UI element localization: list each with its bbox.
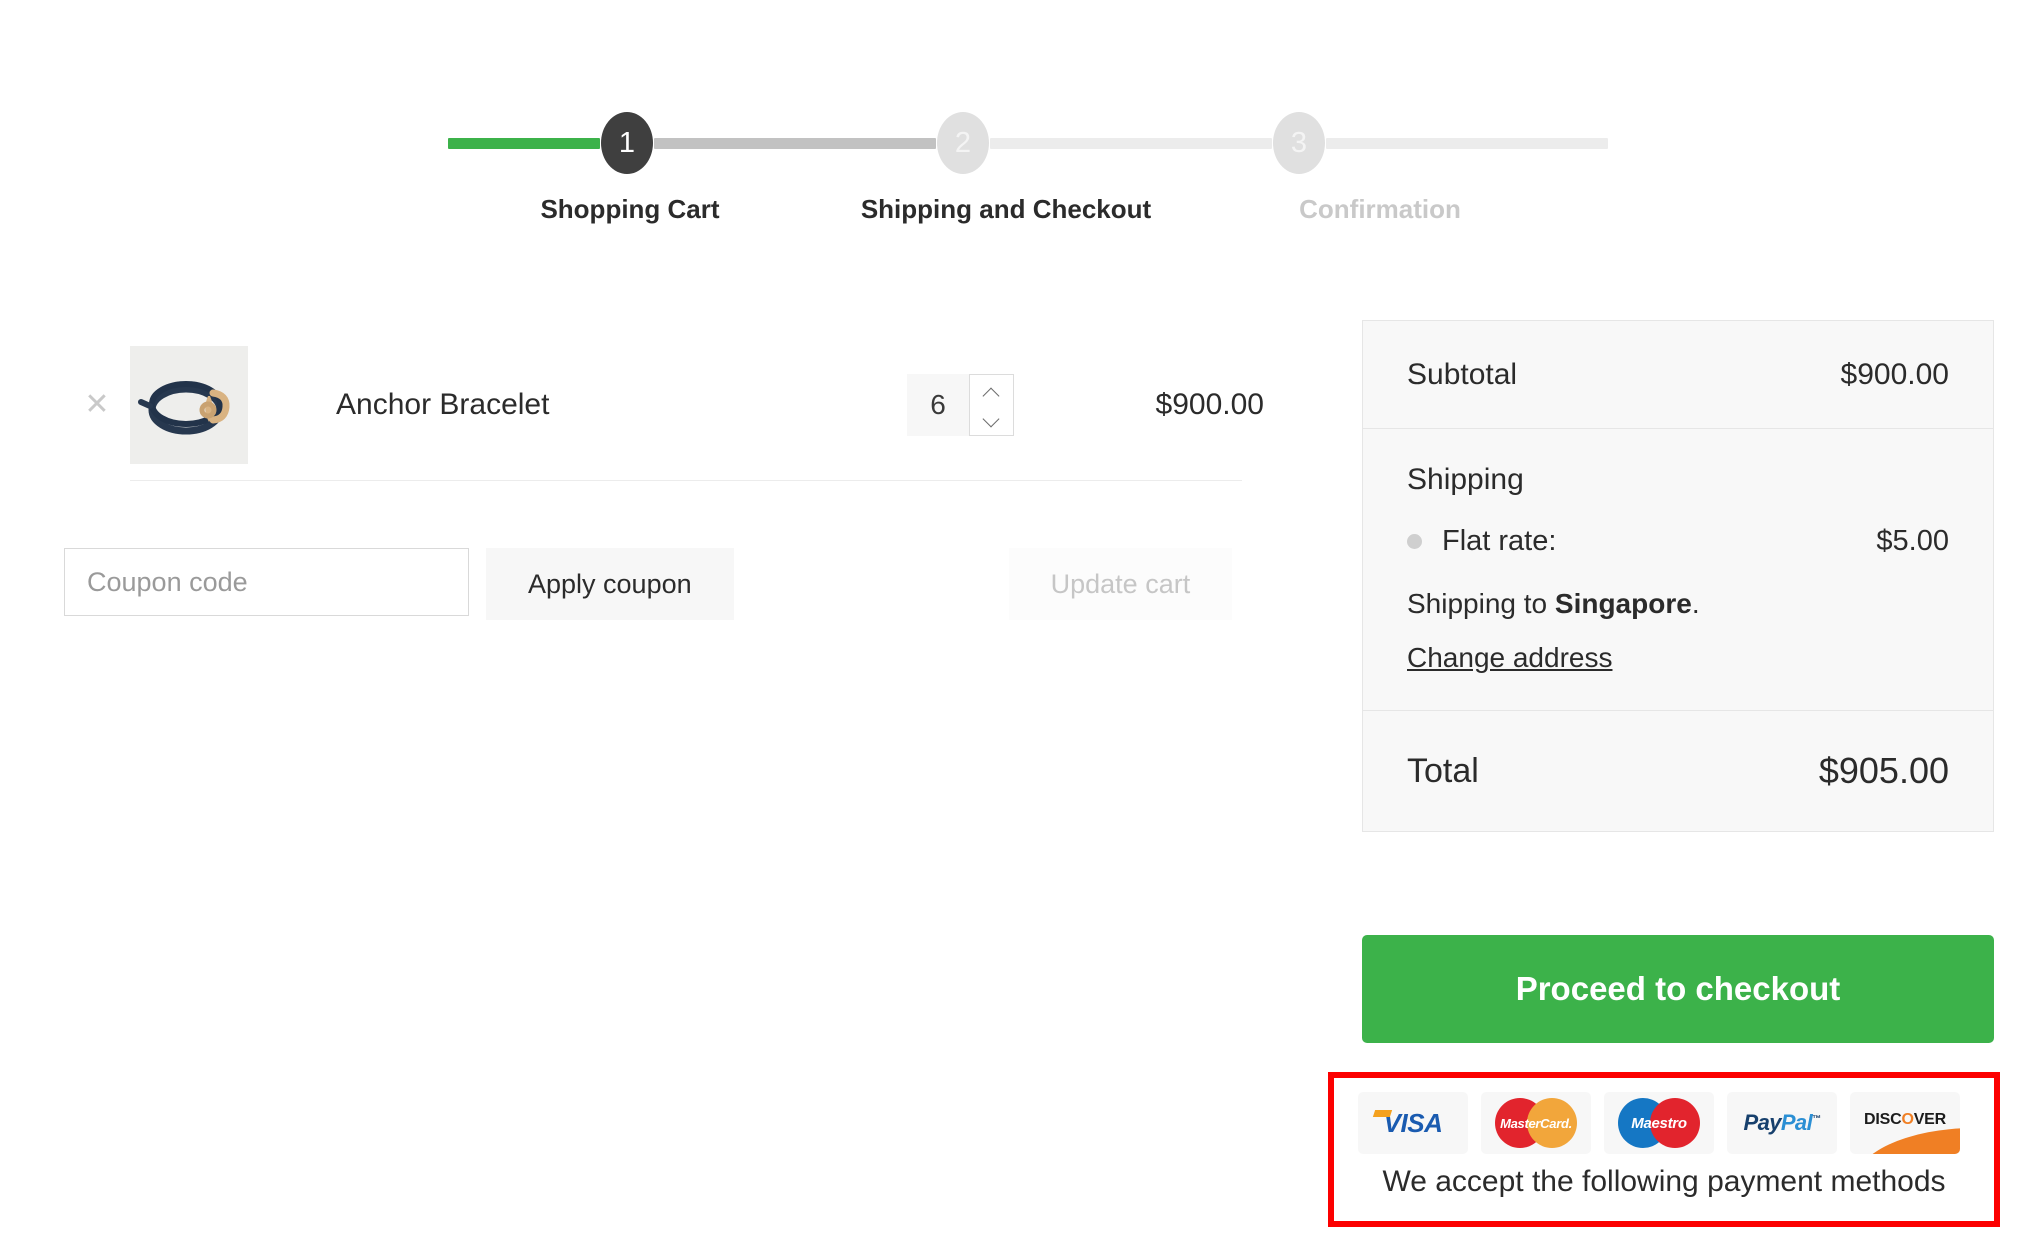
paypal-label-pal: Pal: [1781, 1110, 1812, 1135]
discover-icon: DISCOVER: [1850, 1092, 1960, 1154]
step-number-3: 3: [1291, 129, 1307, 158]
discover-label-pre: DISC: [1864, 1111, 1901, 1128]
shipping-to-country: Singapore: [1555, 588, 1692, 619]
paypal-icon: PayPal™: [1727, 1092, 1837, 1154]
subtotal-label: Subtotal: [1407, 358, 1517, 392]
quantity-stepper[interactable]: 6: [907, 374, 1014, 436]
coupon-code-input[interactable]: [64, 548, 469, 616]
progress-track: 1 2 3: [448, 118, 1608, 168]
visa-accent: [1373, 1110, 1392, 1117]
payment-methods-note: We accept the following payment methods: [1358, 1165, 1970, 1199]
shipping-option-value: $5.00: [1876, 525, 1949, 558]
proceed-to-checkout-button[interactable]: Proceed to checkout: [1362, 935, 1994, 1043]
remove-item-button[interactable]: ✕: [64, 390, 130, 420]
total-row: Total $905.00: [1363, 711, 1993, 831]
shipping-destination: Shipping to Singapore.: [1407, 588, 1949, 620]
discover-swoosh: [1854, 1128, 1960, 1154]
discover-label-o: O: [1901, 1111, 1913, 1128]
step-label-shopping-cart: Shopping Cart: [540, 194, 719, 225]
product-image: [130, 346, 248, 464]
quantity-spinners: [969, 374, 1014, 436]
chevron-down-icon[interactable]: [984, 412, 999, 421]
shipping-option-flat-rate[interactable]: Flat rate: $5.00: [1407, 525, 1949, 558]
change-address-link[interactable]: Change address: [1407, 642, 1612, 674]
maestro-label: Maestro: [1618, 1098, 1700, 1148]
progress-segment-4: [1326, 138, 1608, 149]
cart-row-divider: [130, 480, 1242, 481]
shopping-cart-page: 1 2 3 Shopping Cart Shipping and Checkou…: [0, 0, 2032, 1253]
chevron-up-icon[interactable]: [984, 389, 999, 398]
mastercard-circles: MasterCard.: [1495, 1098, 1577, 1148]
payment-methods-highlight-box: VISA MasterCard. Maestro PayPal™: [1328, 1072, 2000, 1227]
progress-segment-3: [990, 138, 1272, 149]
shipping-section: Shipping Flat rate: $5.00 Shipping to Si…: [1363, 429, 1993, 711]
step-node-2[interactable]: 2: [937, 112, 989, 174]
visa-label: VISA: [1384, 1108, 1443, 1139]
update-cart-button[interactable]: Update cart: [1009, 548, 1233, 620]
apply-coupon-button[interactable]: Apply coupon: [486, 548, 734, 620]
mastercard-label: MasterCard.: [1495, 1098, 1577, 1148]
mastercard-icon: MasterCard.: [1481, 1092, 1591, 1154]
shipping-option-label: Flat rate:: [1442, 525, 1556, 558]
payment-method-icons: VISA MasterCard. Maestro PayPal™: [1358, 1092, 1970, 1154]
progress-segment-completed: [448, 138, 600, 149]
step-label-shipping-and-checkout: Shipping and Checkout: [861, 194, 1151, 225]
cart-items-table: ✕ Anchor Bracelet 6: [64, 330, 1264, 481]
cart-item-row: ✕ Anchor Bracelet 6: [64, 330, 1264, 480]
step-number-1: 1: [619, 129, 635, 158]
paypal-trademark: ™: [1812, 1114, 1820, 1124]
step-node-1[interactable]: 1: [601, 112, 653, 174]
discover-label-post: VER: [1914, 1111, 1946, 1128]
checkout-progress-steps: 1 2 3 Shopping Cart Shipping and Checkou…: [448, 118, 1608, 248]
radio-icon[interactable]: [1407, 534, 1422, 549]
maestro-circles: Maestro: [1618, 1098, 1700, 1148]
paypal-label: PayPal™: [1744, 1110, 1821, 1136]
step-label-confirmation: Confirmation: [1299, 194, 1461, 225]
total-label: Total: [1407, 752, 1479, 791]
total-value: $905.00: [1819, 750, 1949, 792]
product-name[interactable]: Anchor Bracelet: [248, 388, 907, 422]
subtotal-row: Subtotal $900.00: [1363, 321, 1993, 429]
subtotal-value: $900.00: [1841, 358, 1949, 392]
maestro-icon: Maestro: [1604, 1092, 1714, 1154]
progress-segment-2: [654, 138, 936, 149]
quantity-value[interactable]: 6: [907, 374, 969, 436]
step-number-2: 2: [955, 129, 971, 158]
visa-icon: VISA: [1358, 1092, 1468, 1154]
discover-label: DISCOVER: [1864, 1111, 1946, 1129]
progress-labels: Shopping Cart Shipping and Checkout Conf…: [448, 194, 1608, 234]
step-node-3[interactable]: 3: [1273, 112, 1325, 174]
paypal-label-pay: Pay: [1744, 1110, 1781, 1135]
product-line-total: $900.00: [1104, 388, 1264, 422]
cart-totals-panel: Subtotal $900.00 Shipping Flat rate: $5.…: [1362, 320, 1994, 832]
shipping-label: Shipping: [1407, 463, 1949, 497]
shipping-to-suffix: .: [1692, 588, 1700, 619]
shipping-to-prefix: Shipping to: [1407, 588, 1555, 619]
coupon-bar: Apply coupon Update cart: [64, 548, 1264, 620]
product-thumbnail[interactable]: [130, 346, 248, 464]
